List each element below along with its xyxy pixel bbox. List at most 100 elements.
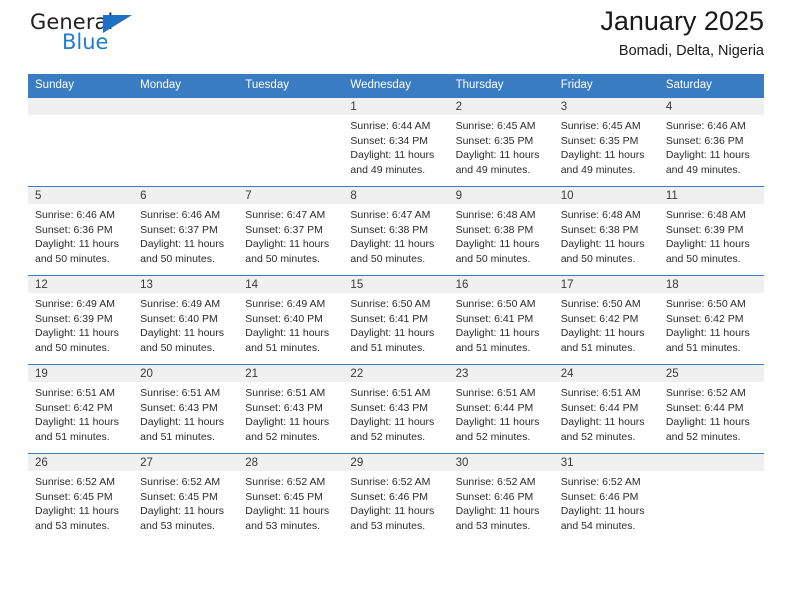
sunset-text: Sunset: 6:35 PM	[455, 134, 534, 147]
calendar-day-cell[interactable]: 18 Sunrise: 6:50 AM Sunset: 6:42 PM Dayligh…	[658, 275, 764, 365]
calendar-day-cell[interactable]: 8 Sunrise: 6:47 AM Sunset: 6:38 PM Daylight…	[343, 186, 449, 276]
daylight-text: Daylight: 11 hours and 50 minutes.	[35, 238, 119, 265]
sunrise-text: Sunrise: 6:46 AM	[35, 209, 115, 221]
day-number: 31	[553, 454, 659, 471]
sunrise-text: Sunrise: 6:52 AM	[245, 476, 326, 488]
day-cell-inner: 26 Sunrise: 6:52 AM Sunset: 6:45 PM Dayligh…	[28, 454, 134, 543]
sunset-text: Sunset: 6:38 PM	[455, 223, 534, 236]
calendar-day-cell[interactable]: 21 Sunrise: 6:51 AM Sunset: 6:43 PM Dayligh…	[238, 364, 344, 454]
calendar-day-cell[interactable]: 15 Sunrise: 6:50 AM Sunset: 6:41 PM Dayligh…	[343, 275, 449, 365]
sunrise-text: Sunrise: 6:52 AM	[140, 476, 221, 488]
calendar-day-cell[interactable]: 3 Sunrise: 6:45 AM Sunset: 6:35 PM Daylight…	[553, 97, 659, 187]
calendar-day-cell-empty	[238, 97, 344, 187]
daylight-text: Daylight: 11 hours and 51 minutes.	[560, 327, 645, 354]
sunset-text: Sunset: 6:44 PM	[560, 401, 639, 414]
sunrise-text: Sunrise: 6:52 AM	[455, 476, 536, 488]
sunset-text: Sunset: 6:46 PM	[455, 490, 534, 503]
calendar-day-cell[interactable]: 29 Sunrise: 6:52 AM Sunset: 6:46 PM Dayligh…	[343, 453, 449, 543]
sunrise-text: Sunrise: 6:52 AM	[350, 476, 431, 488]
day-number	[28, 98, 134, 115]
day-details: Sunrise: 6:48 AM Sunset: 6:38 PM Daylight:…	[449, 204, 554, 266]
day-number: 30	[448, 454, 554, 471]
page-title: January 2025	[600, 6, 764, 36]
daylight-text: Daylight: 11 hours and 50 minutes.	[560, 238, 645, 265]
sunrise-text: Sunrise: 6:45 AM	[455, 120, 536, 132]
calendar-day-cell[interactable]: 17 Sunrise: 6:50 AM Sunset: 6:42 PM Dayligh…	[553, 275, 659, 365]
day-number: 23	[448, 365, 554, 382]
day-details: Sunrise: 6:51 AM Sunset: 6:42 PM Daylight:…	[28, 382, 133, 444]
day-number: 16	[448, 276, 554, 293]
day-details: Sunrise: 6:50 AM Sunset: 6:42 PM Daylight:…	[659, 293, 764, 355]
daylight-text: Daylight: 11 hours and 53 minutes.	[455, 505, 540, 532]
day-cell-inner: 9 Sunrise: 6:48 AM Sunset: 6:38 PM Daylight…	[448, 187, 554, 275]
day-cell-inner: 14 Sunrise: 6:49 AM Sunset: 6:40 PM Dayligh…	[238, 276, 344, 364]
daylight-text: Daylight: 11 hours and 53 minutes.	[245, 505, 330, 532]
calendar-day-cell[interactable]: 12 Sunrise: 6:49 AM Sunset: 6:39 PM Dayligh…	[28, 275, 134, 365]
calendar-header-row: Sunday Monday Tuesday Wednesday Thursday Frid…	[28, 74, 764, 98]
daylight-text: Daylight: 11 hours and 54 minutes.	[560, 505, 645, 532]
calendar-day-cell[interactable]: 31 Sunrise: 6:52 AM Sunset: 6:46 PM Dayligh…	[553, 453, 659, 543]
day-cell-inner	[658, 454, 764, 543]
calendar-day-cell[interactable]: 19 Sunrise: 6:51 AM Sunset: 6:42 PM Dayligh…	[28, 364, 134, 454]
calendar-day-cell[interactable]: 10 Sunrise: 6:48 AM Sunset: 6:38 PM Dayligh…	[553, 186, 659, 276]
day-cell-inner: 20 Sunrise: 6:51 AM Sunset: 6:43 PM Dayligh…	[133, 365, 239, 453]
day-details: Sunrise: 6:46 AM Sunset: 6:37 PM Daylight:…	[133, 204, 238, 266]
weekday-header-tuesday: Tuesday	[238, 74, 344, 98]
calendar-day-cell[interactable]: 30 Sunrise: 6:52 AM Sunset: 6:46 PM Dayligh…	[448, 453, 554, 543]
day-number: 26	[28, 454, 134, 471]
calendar-day-cell[interactable]: 27 Sunrise: 6:52 AM Sunset: 6:45 PM Dayligh…	[133, 453, 239, 543]
day-details: Sunrise: 6:45 AM Sunset: 6:35 PM Daylight:…	[449, 115, 554, 177]
logo-text-blue: Blue	[62, 30, 109, 54]
brand-logo[interactable]: General Blue	[28, 10, 188, 62]
daylight-text: Daylight: 11 hours and 52 minutes.	[455, 416, 540, 443]
sunrise-text: Sunrise: 6:46 AM	[140, 209, 221, 221]
calendar-day-cell[interactable]: 22 Sunrise: 6:51 AM Sunset: 6:43 PM Dayligh…	[343, 364, 449, 454]
sunrise-text: Sunrise: 6:52 AM	[665, 387, 746, 399]
day-details: Sunrise: 6:52 AM Sunset: 6:46 PM Daylight:…	[449, 471, 554, 533]
calendar-day-cell[interactable]: 23 Sunrise: 6:51 AM Sunset: 6:44 PM Dayligh…	[448, 364, 554, 454]
calendar-day-cell[interactable]: 16 Sunrise: 6:50 AM Sunset: 6:41 PM Dayligh…	[448, 275, 554, 365]
sunrise-text: Sunrise: 6:50 AM	[455, 298, 536, 310]
daylight-text: Daylight: 11 hours and 51 minutes.	[350, 327, 435, 354]
calendar-day-cell[interactable]: 26 Sunrise: 6:52 AM Sunset: 6:45 PM Dayligh…	[28, 453, 134, 543]
day-cell-inner: 5 Sunrise: 6:46 AM Sunset: 6:36 PM Daylight…	[28, 187, 134, 275]
day-number	[658, 454, 764, 471]
calendar-table: Sunday Monday Tuesday Wednesday Thursday Frid…	[28, 74, 764, 543]
day-details: Sunrise: 6:51 AM Sunset: 6:43 PM Daylight:…	[133, 382, 238, 444]
calendar-day-cell[interactable]: 7 Sunrise: 6:47 AM Sunset: 6:37 PM Daylight…	[238, 186, 344, 276]
sunset-text: Sunset: 6:41 PM	[455, 312, 534, 325]
sunset-text: Sunset: 6:38 PM	[560, 223, 639, 236]
day-cell-inner: 4 Sunrise: 6:46 AM Sunset: 6:36 PM Daylight…	[658, 98, 764, 186]
calendar-day-cell[interactable]: 1 Sunrise: 6:44 AM Sunset: 6:34 PM Daylight…	[343, 97, 449, 187]
day-cell-inner: 12 Sunrise: 6:49 AM Sunset: 6:39 PM Dayligh…	[28, 276, 134, 364]
day-details: Sunrise: 6:52 AM Sunset: 6:44 PM Daylight:…	[659, 382, 764, 444]
calendar-day-cell[interactable]: 2 Sunrise: 6:45 AM Sunset: 6:35 PM Daylight…	[448, 97, 554, 187]
calendar-day-cell[interactable]: 25 Sunrise: 6:52 AM Sunset: 6:44 PM Dayligh…	[658, 364, 764, 454]
day-cell-inner	[133, 98, 239, 186]
daylight-text: Daylight: 11 hours and 53 minutes.	[140, 505, 224, 532]
daylight-text: Daylight: 11 hours and 50 minutes.	[350, 238, 435, 265]
calendar-day-cell[interactable]: 13 Sunrise: 6:49 AM Sunset: 6:40 PM Dayligh…	[133, 275, 239, 365]
calendar-day-cell[interactable]: 5 Sunrise: 6:46 AM Sunset: 6:36 PM Daylight…	[28, 186, 134, 276]
calendar-day-cell[interactable]: 11 Sunrise: 6:48 AM Sunset: 6:39 PM Dayligh…	[658, 186, 764, 276]
calendar-day-cell[interactable]: 6 Sunrise: 6:46 AM Sunset: 6:37 PM Daylight…	[133, 186, 239, 276]
daylight-text: Daylight: 11 hours and 49 minutes.	[350, 149, 435, 176]
daylight-text: Daylight: 11 hours and 50 minutes.	[35, 327, 119, 354]
calendar-day-cell[interactable]: 24 Sunrise: 6:51 AM Sunset: 6:44 PM Dayligh…	[553, 364, 659, 454]
calendar-week-row: 26 Sunrise: 6:52 AM Sunset: 6:45 PM Dayligh…	[28, 453, 764, 543]
daylight-text: Daylight: 11 hours and 51 minutes.	[665, 327, 750, 354]
day-cell-inner: 27 Sunrise: 6:52 AM Sunset: 6:45 PM Dayligh…	[133, 454, 239, 543]
calendar-day-cell[interactable]: 20 Sunrise: 6:51 AM Sunset: 6:43 PM Dayligh…	[133, 364, 239, 454]
weekday-header-wednesday: Wednesday	[343, 74, 449, 98]
calendar-day-cell[interactable]: 4 Sunrise: 6:46 AM Sunset: 6:36 PM Daylight…	[658, 97, 764, 187]
calendar-day-cell[interactable]: 14 Sunrise: 6:49 AM Sunset: 6:40 PM Dayligh…	[238, 275, 344, 365]
calendar-day-cell[interactable]: 28 Sunrise: 6:52 AM Sunset: 6:45 PM Dayligh…	[238, 453, 344, 543]
day-details: Sunrise: 6:50 AM Sunset: 6:41 PM Daylight:…	[449, 293, 554, 355]
day-number: 5	[28, 187, 134, 204]
day-cell-inner: 13 Sunrise: 6:49 AM Sunset: 6:40 PM Dayligh…	[133, 276, 239, 364]
sunset-text: Sunset: 6:46 PM	[560, 490, 639, 503]
daylight-text: Daylight: 11 hours and 50 minutes.	[665, 238, 750, 265]
calendar-day-cell[interactable]: 9 Sunrise: 6:48 AM Sunset: 6:38 PM Daylight…	[448, 186, 554, 276]
day-details: Sunrise: 6:47 AM Sunset: 6:37 PM Daylight:…	[238, 204, 343, 266]
day-details: Sunrise: 6:52 AM Sunset: 6:45 PM Daylight:…	[133, 471, 238, 533]
